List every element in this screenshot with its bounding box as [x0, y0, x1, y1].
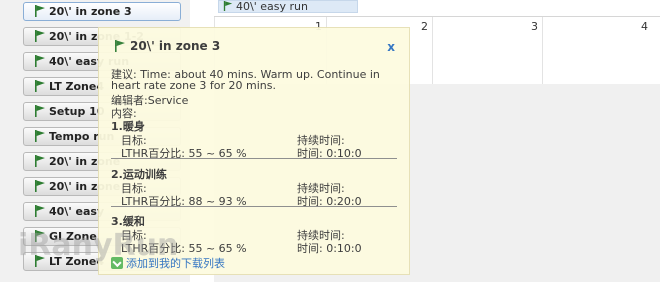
day-number: 2 [421, 20, 428, 33]
flag-icon [35, 255, 45, 267]
download-link-label: 添加到我的下载列表 [126, 257, 225, 270]
sidebar-workout-label: Setup 10 [49, 105, 105, 118]
download-icon [111, 257, 123, 269]
flag-icon [35, 105, 45, 117]
flag-icon [35, 130, 45, 142]
duration-value: 时间: 0:10:0 [297, 242, 362, 255]
calendar-event-row: 40\' easy run [214, 0, 660, 16]
calendar-event-chip[interactable]: 40\' easy run [218, 0, 358, 13]
flag-icon [35, 55, 45, 67]
flag-icon [35, 230, 45, 242]
sidebar-workout-item[interactable]: 20\' in zone 3 [23, 2, 181, 21]
calendar-day-cell[interactable]: 4 [542, 17, 652, 85]
popup-title: 20\' in zone 3 [114, 39, 220, 53]
sidebar-workout-label: LT Zone4 [49, 80, 104, 93]
sidebar-workout-label: 40\' easy [49, 205, 105, 218]
flag-icon [35, 205, 45, 217]
calendar-event-label: 40\' easy run [236, 0, 308, 13]
workout-detail-popup: 20\' in zone 3 x 建议: Time: about 40 mins… [98, 27, 410, 275]
popup-suggestion-cont: heart rate zone 3 for 20 mins. [111, 79, 276, 92]
flag-icon [223, 1, 233, 11]
flag-icon [35, 80, 45, 92]
flag-icon [35, 180, 45, 192]
flag-icon [35, 155, 45, 167]
calendar-day-cell[interactable]: 3 [432, 17, 542, 85]
day-number: 4 [641, 20, 648, 33]
section-divider [111, 206, 397, 207]
flag-icon [35, 5, 45, 17]
day-number: 3 [531, 20, 538, 33]
target-value: LTHR百分比: 55 ~ 65 % [121, 242, 247, 255]
sidebar-workout-label: GI Zone [49, 230, 97, 243]
close-icon[interactable]: x [387, 40, 395, 54]
popup-title-text: 20\' in zone 3 [130, 39, 221, 53]
sidebar-workout-label: LT Zone4 [49, 255, 104, 268]
flag-icon [35, 30, 45, 42]
flag-icon [115, 40, 125, 52]
section-divider [111, 158, 397, 159]
add-to-download-list-link[interactable]: 添加到我的下载列表 [111, 255, 225, 271]
sidebar-workout-label: 20\' in zone 3 [49, 5, 132, 18]
